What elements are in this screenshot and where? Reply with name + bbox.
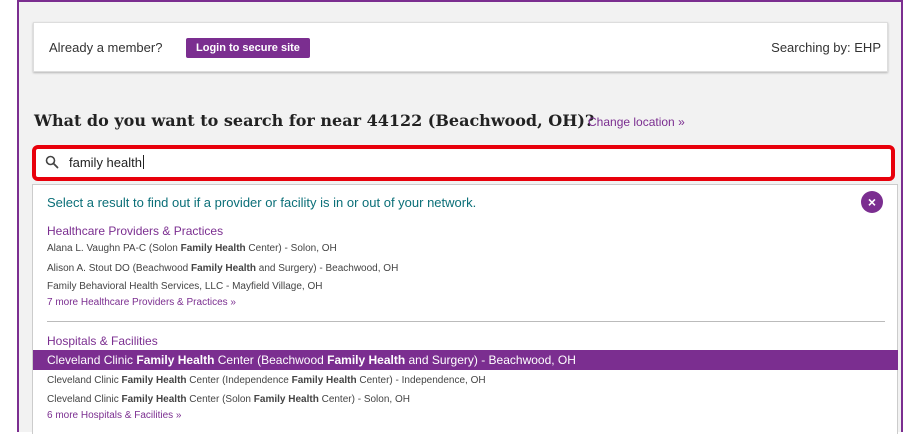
result-item[interactable]: Cleveland Clinic Family Health Center (S… bbox=[47, 394, 410, 405]
result-item[interactable]: Cleveland Clinic Family Health Center (I… bbox=[47, 375, 486, 386]
search-question: What do you want to search for near 4412… bbox=[34, 111, 595, 130]
login-button[interactable]: Login to secure site bbox=[186, 38, 310, 58]
close-icon[interactable]: × bbox=[861, 191, 883, 213]
result-item-selected[interactable]: Cleveland Clinic Family Health Center (B… bbox=[33, 350, 898, 370]
more-providers-link[interactable]: 7 more Healthcare Providers & Practices … bbox=[47, 297, 236, 308]
result-item[interactable]: Alison A. Stout DO (Beachwood Family Hea… bbox=[47, 263, 398, 274]
search-query-text: family health bbox=[69, 155, 144, 170]
group-heading-providers: Healthcare Providers & Practices bbox=[47, 224, 224, 238]
results-dropdown: Select a result to find out if a provide… bbox=[32, 184, 898, 434]
result-item[interactable]: Alana L. Vaughn PA-C (Solon Family Healt… bbox=[47, 243, 337, 254]
change-location-link[interactable]: Change location » bbox=[588, 115, 685, 129]
search-input[interactable]: family health bbox=[32, 145, 895, 181]
group-divider bbox=[47, 321, 885, 322]
search-icon bbox=[45, 155, 59, 169]
more-facilities-link[interactable]: 6 more Hospitals & Facilities » bbox=[47, 410, 182, 421]
result-item[interactable]: Family Behavioral Health Services, LLC -… bbox=[47, 281, 322, 292]
results-hint: Select a result to find out if a provide… bbox=[47, 195, 477, 210]
searching-by-label: Searching by: EHP bbox=[771, 40, 881, 55]
member-prompt: Already a member? bbox=[49, 40, 163, 55]
page-frame: Already a member? Login to secure site S… bbox=[17, 0, 903, 434]
text-caret bbox=[142, 155, 144, 169]
member-bar: Already a member? Login to secure site S… bbox=[33, 22, 888, 72]
group-heading-facilities: Hospitals & Facilities bbox=[47, 334, 158, 348]
